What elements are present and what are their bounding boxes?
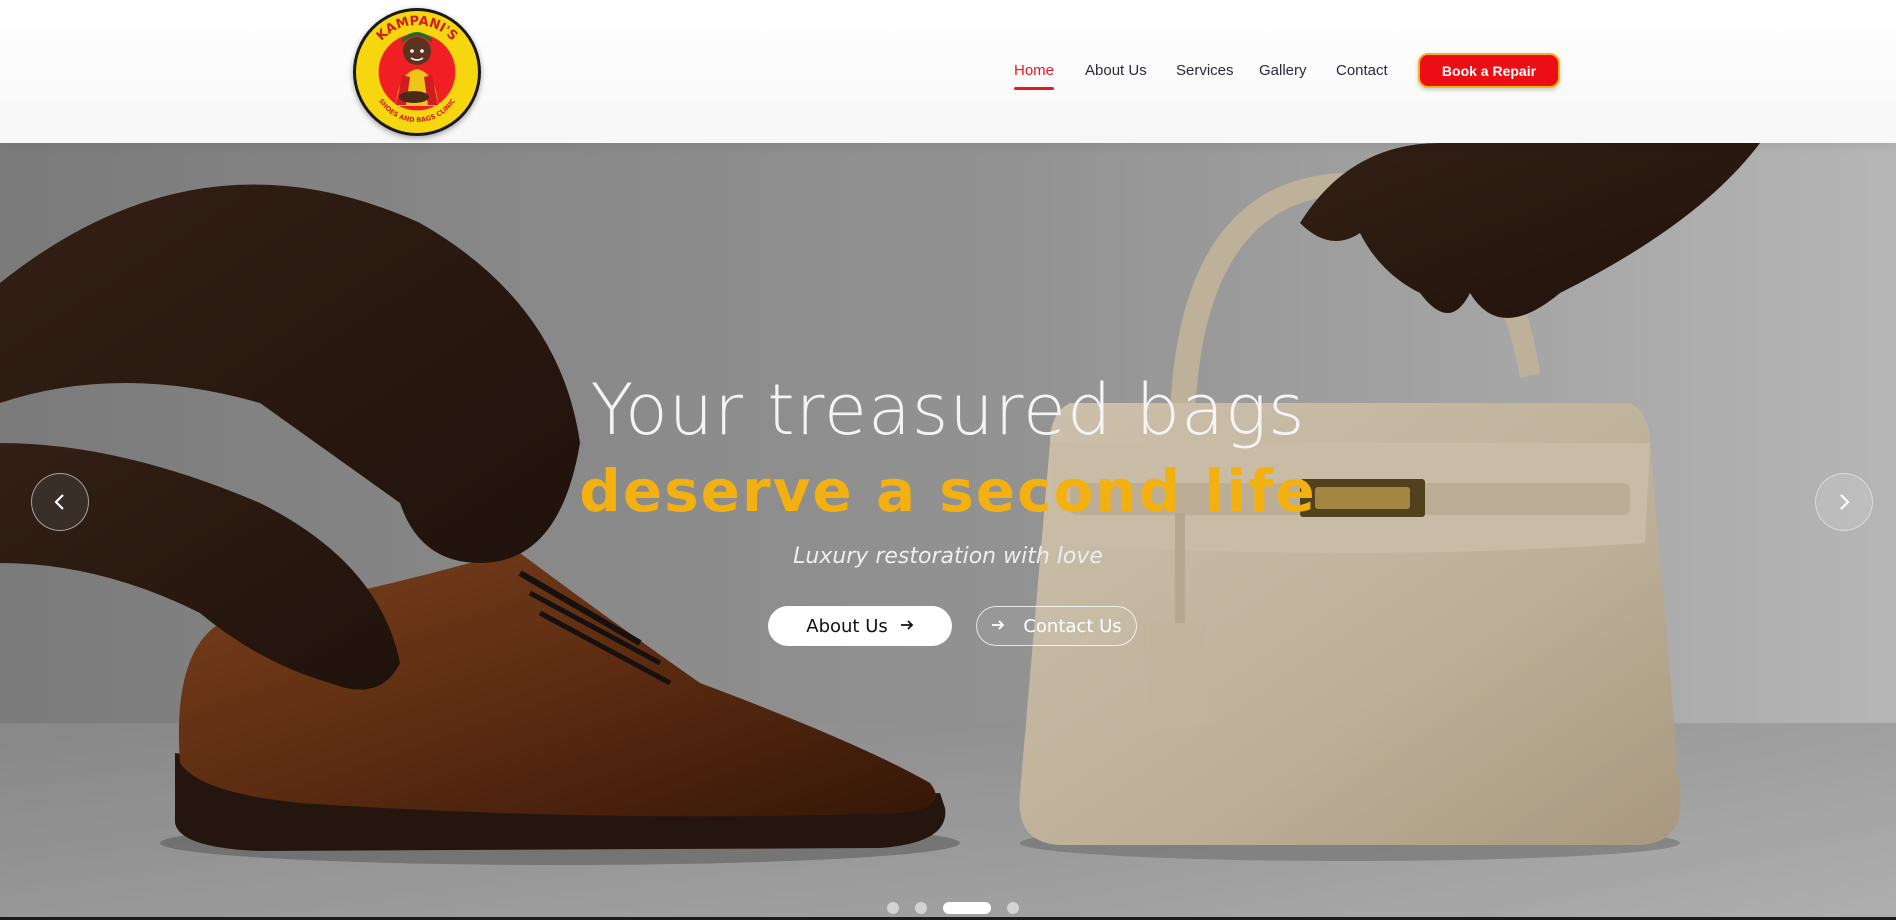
carousel-dot-4[interactable] (1007, 902, 1019, 914)
hero-headline: Your treasured bags (590, 369, 1306, 451)
carousel-dot-1[interactable] (887, 902, 899, 914)
contact-us-button-label: Contact Us (1023, 615, 1122, 637)
nav-contact[interactable]: Contact (1336, 62, 1388, 79)
hero-headline-highlight: deserve a second life (579, 457, 1317, 525)
carousel-dot-2[interactable] (915, 902, 927, 914)
about-us-button[interactable]: About Us (768, 606, 952, 646)
nav-about-us[interactable]: About Us (1085, 62, 1147, 79)
carousel-dot-3[interactable] (943, 902, 991, 914)
hero-carousel: Your treasured bags deserve a second lif… (0, 143, 1896, 920)
site-header: KAMPANI'S SHOES AND BAGS CLINIC Home Abo… (0, 0, 1896, 143)
contact-us-button[interactable]: Contact Us (976, 606, 1137, 646)
carousel-prev-button[interactable] (31, 473, 89, 531)
chevron-left-icon (53, 493, 67, 511)
chevron-right-icon (1837, 493, 1851, 511)
hero-tagline: Luxury restoration with love (793, 544, 1103, 569)
hero-overlay (0, 143, 1896, 920)
book-repair-button[interactable]: Book a Repair (1418, 53, 1560, 88)
arrow-right-icon (900, 617, 914, 635)
carousel-indicators (0, 901, 1896, 915)
nav-services[interactable]: Services (1176, 62, 1234, 79)
carousel-next-button[interactable] (1815, 473, 1873, 531)
about-us-button-label: About Us (806, 615, 888, 637)
arrow-right-icon (991, 617, 1005, 635)
nav-gallery[interactable]: Gallery (1259, 62, 1307, 79)
main-nav: Home About Us Services Gallery Contact (0, 58, 1896, 90)
nav-home[interactable]: Home (1014, 62, 1055, 90)
